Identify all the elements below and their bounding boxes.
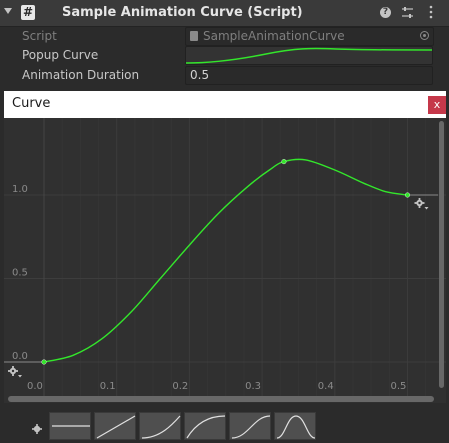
popup-curve-field[interactable] <box>185 46 433 65</box>
curve-keyframe[interactable] <box>405 192 411 198</box>
y-tick-label: 1.0 <box>12 184 28 195</box>
animation-duration-input[interactable]: 0.5 <box>185 66 433 85</box>
object-picker-icon[interactable] <box>420 31 429 40</box>
x-tick-label: 0.4 <box>318 381 334 392</box>
y-tick-label: 0.0 <box>12 351 28 362</box>
preset-linear-button[interactable] <box>94 412 136 440</box>
preset-bell-button[interactable] <box>274 412 316 440</box>
script-file-icon <box>190 31 198 41</box>
curve-keyframe[interactable] <box>281 159 287 165</box>
gear-icon[interactable] <box>32 424 42 434</box>
x-tick-label: 0.0 <box>27 381 43 392</box>
popup-curve-preview <box>186 47 432 64</box>
post-wrap-gear-icon[interactable] <box>414 198 429 210</box>
preset-ease-in-out-button[interactable] <box>229 412 271 440</box>
help-icon[interactable]: ? <box>380 7 391 18</box>
curve-window-titlebar: Curve x <box>4 91 446 118</box>
curve-graph-svg[interactable]: 0.0 0.1 0.2 0.3 0.4 0.5 0.0 0.5 1.0 <box>4 118 446 403</box>
kebab-menu-icon[interactable] <box>428 5 434 19</box>
animation-duration-label: Animation Duration <box>22 68 140 82</box>
close-button[interactable]: x <box>428 96 446 114</box>
x-tick-label: 0.2 <box>172 381 188 392</box>
curve-graph-area[interactable]: 0.0 0.1 0.2 0.3 0.4 0.5 0.0 0.5 1.0 <box>4 118 446 403</box>
script-value: SampleAnimationCurve <box>203 29 345 43</box>
script-label: Script <box>22 29 57 43</box>
vertical-scrollbar[interactable] <box>439 121 444 388</box>
preset-ease-in-button[interactable] <box>139 412 181 440</box>
script-hash-icon: # <box>21 5 35 20</box>
triangle-down-icon[interactable] <box>4 8 12 14</box>
preset-flat-button[interactable] <box>49 412 91 440</box>
x-tick-label: 0.3 <box>245 381 261 392</box>
script-object-field: SampleAnimationCurve <box>185 27 434 46</box>
horizontal-scrollbar[interactable] <box>8 396 434 402</box>
curve-keyframe[interactable] <box>41 359 47 365</box>
pre-wrap-gear-icon[interactable] <box>8 366 22 378</box>
popup-curve-label: Popup Curve <box>22 48 99 62</box>
x-tick-label: 0.5 <box>391 381 407 392</box>
preset-ease-out-button[interactable] <box>184 412 226 440</box>
component-title: Sample Animation Curve (Script) <box>62 5 303 20</box>
y-tick-label: 0.5 <box>12 268 28 279</box>
curve-window-title: Curve <box>12 96 51 111</box>
x-tick-label: 0.1 <box>100 381 116 392</box>
presets-sliders-icon[interactable] <box>401 6 414 19</box>
